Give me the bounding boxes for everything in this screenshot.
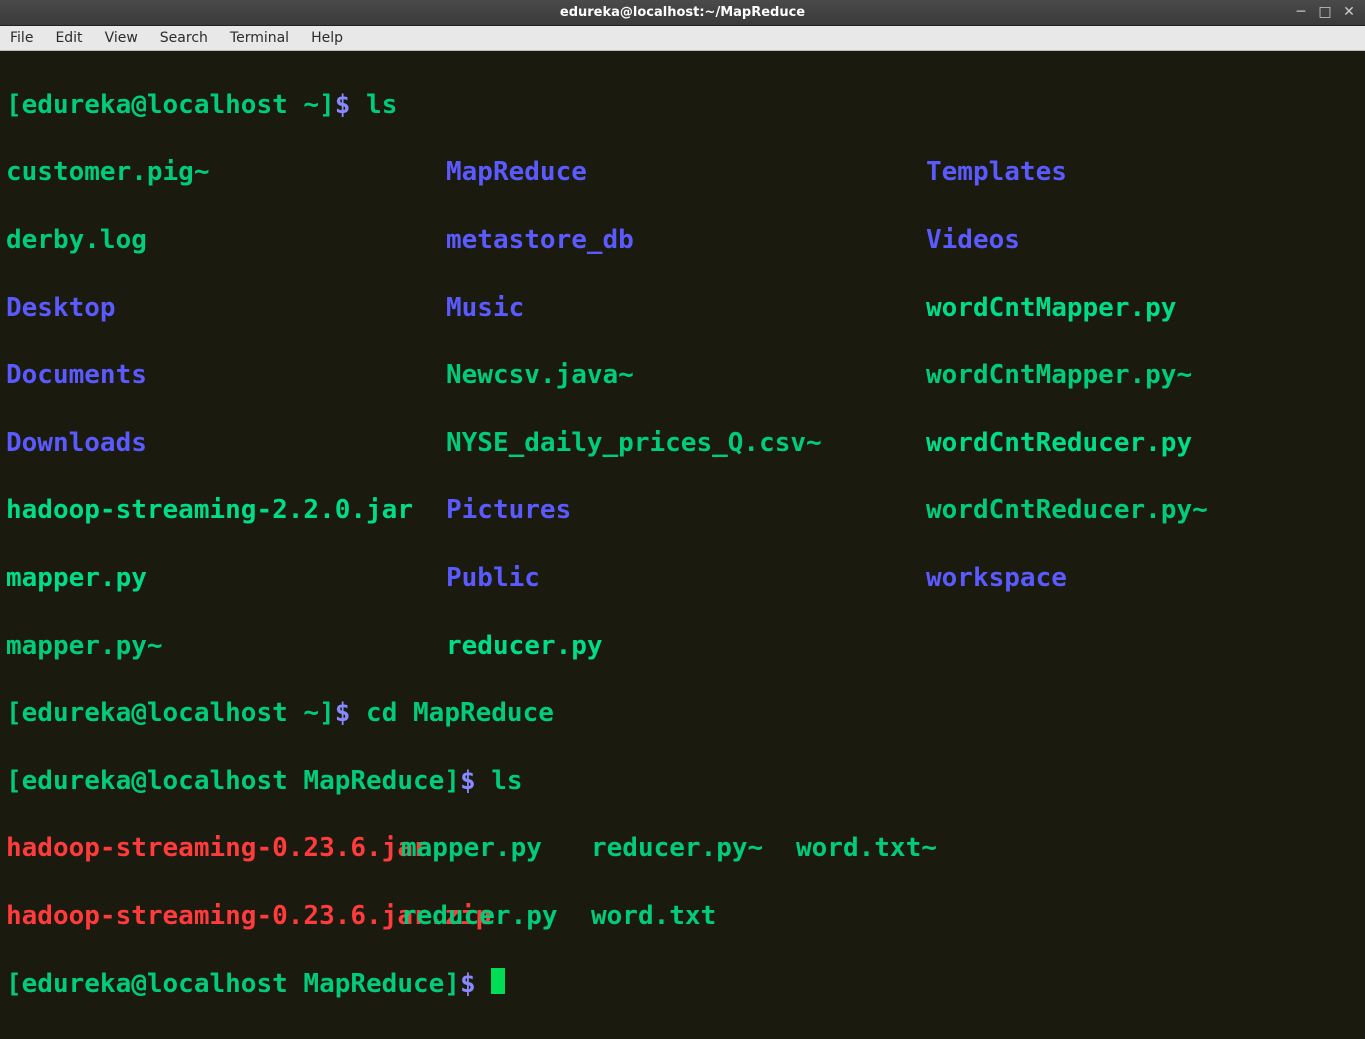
prompt: [edureka@localhost ~]	[6, 697, 335, 731]
menu-view[interactable]: View	[101, 29, 142, 47]
ls-entry: Music	[446, 292, 926, 326]
ls-entry: Desktop	[6, 292, 446, 326]
command: ls	[366, 89, 397, 123]
prompt: [edureka@localhost MapReduce]	[6, 765, 460, 799]
minimize-icon[interactable]: ─	[1293, 4, 1309, 20]
ls-entry: reducer.py	[446, 630, 926, 664]
window-titlebar: edureka@localhost:~/MapReduce ─ □ ✕	[0, 0, 1365, 26]
ls-entry: word.txt~	[796, 832, 937, 866]
menu-file[interactable]: File	[6, 29, 37, 47]
ls-entry: reducer.py~	[591, 832, 796, 866]
ls-entry: mapper.py~	[6, 630, 446, 664]
command: cd MapReduce	[366, 697, 554, 731]
menu-terminal[interactable]: Terminal	[226, 29, 293, 47]
ls-entry: mapper.py	[6, 562, 446, 596]
ls-entry: NYSE_daily_prices_Q.csv~	[446, 427, 926, 461]
menu-bar: File Edit View Search Terminal Help	[0, 26, 1365, 51]
command: ls	[491, 765, 522, 799]
ls-entry: hadoop-streaming-2.2.0.jar	[6, 494, 446, 528]
ls-entry: Newcsv.java~	[446, 359, 926, 393]
ls-entry: reducer.py	[401, 900, 591, 934]
menu-search[interactable]: Search	[156, 29, 212, 47]
cursor	[491, 968, 505, 994]
window-title: edureka@localhost:~/MapReduce	[560, 5, 805, 20]
terminal-output[interactable]: [edureka@localhost ~]$ ls customer.pig~M…	[0, 51, 1365, 1039]
prompt-dollar: $	[460, 968, 491, 1002]
ls-entry: Templates	[926, 156, 1359, 190]
ls-entry: Public	[446, 562, 926, 596]
ls-entry: wordCntReducer.py	[926, 427, 1359, 461]
menu-edit[interactable]: Edit	[51, 29, 86, 47]
ls-entry: Downloads	[6, 427, 446, 461]
ls-entry: word.txt	[591, 900, 716, 934]
window-controls: ─ □ ✕	[1293, 4, 1357, 20]
menu-help[interactable]: Help	[307, 29, 347, 47]
maximize-icon[interactable]: □	[1317, 4, 1333, 20]
ls-entry: wordCntMapper.py	[926, 292, 1359, 326]
prompt: [edureka@localhost MapReduce]	[6, 968, 460, 1002]
ls-entry: Documents	[6, 359, 446, 393]
ls-entry: metastore_db	[446, 224, 926, 258]
close-icon[interactable]: ✕	[1341, 4, 1357, 20]
prompt: [edureka@localhost ~]	[6, 89, 335, 123]
prompt-dollar: $	[335, 697, 366, 731]
ls-entry: hadoop-streaming-0.23.6.jar.zip	[6, 900, 401, 934]
ls-entry: mapper.py	[401, 832, 591, 866]
ls-entry: derby.log	[6, 224, 446, 258]
ls-entry: Pictures	[446, 494, 926, 528]
prompt-dollar: $	[460, 765, 491, 799]
ls-entry: wordCntMapper.py~	[926, 359, 1359, 393]
ls-entry: workspace	[926, 562, 1359, 596]
ls-entry: Videos	[926, 224, 1359, 258]
ls-entry: wordCntReducer.py~	[926, 494, 1359, 528]
ls-entry: MapReduce	[446, 156, 926, 190]
ls-entry: hadoop-streaming-0.23.6.jar	[6, 832, 401, 866]
ls-entry: customer.pig~	[6, 156, 446, 190]
prompt-dollar: $	[335, 89, 366, 123]
